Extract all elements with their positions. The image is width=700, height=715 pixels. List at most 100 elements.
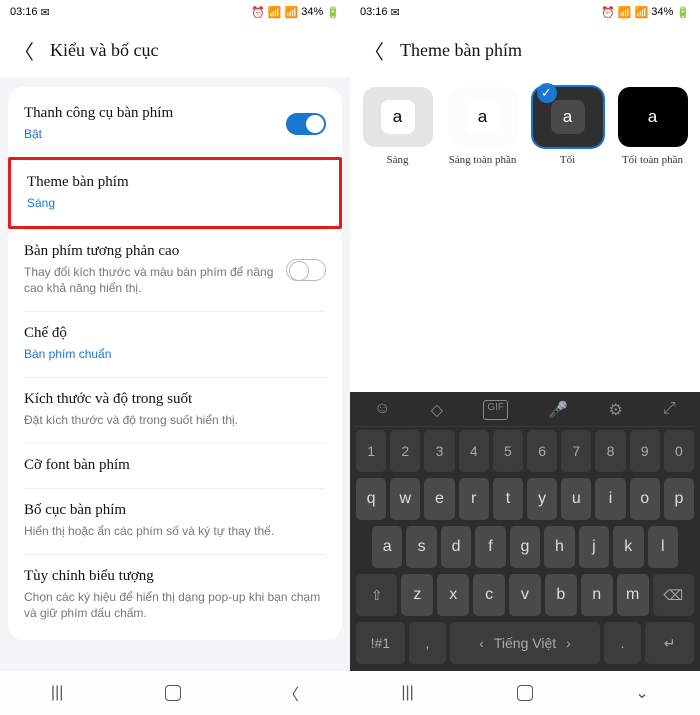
- key-u[interactable]: u: [561, 478, 591, 520]
- status-bar: 03:16 ✉ ⏰ 📶 📶 34% 🔋: [0, 0, 350, 24]
- setting-title: Bố cục bàn phím: [24, 502, 326, 519]
- key-d[interactable]: d: [441, 526, 471, 568]
- back-icon[interactable]: 〈: [14, 36, 34, 65]
- key-v[interactable]: v: [509, 574, 541, 616]
- key-4[interactable]: 4: [459, 430, 489, 472]
- recents-icon[interactable]: |||: [401, 684, 413, 702]
- key-3[interactable]: 3: [424, 430, 454, 472]
- key-r[interactable]: r: [459, 478, 489, 520]
- sticker-icon[interactable]: ◇: [431, 400, 443, 420]
- toggle-off-icon[interactable]: [286, 259, 326, 281]
- key-1[interactable]: 1: [356, 430, 386, 472]
- setting-custom-symbols[interactable]: Tùy chỉnh biểu tượng Chọn các ký hiệu để…: [8, 554, 342, 637]
- key-p[interactable]: p: [664, 478, 694, 520]
- theme-option[interactable]: a✓Tối: [528, 87, 607, 167]
- settings-icon[interactable]: ⚙: [608, 400, 622, 420]
- setting-keyboard-toolbar[interactable]: Thanh công cụ bàn phím Bật: [8, 91, 342, 157]
- key-g[interactable]: g: [510, 526, 540, 568]
- setting-layout[interactable]: Bố cục bàn phím Hiển thị hoặc ẩn các phí…: [8, 488, 342, 554]
- key-s[interactable]: s: [406, 526, 436, 568]
- key-7[interactable]: 7: [561, 430, 591, 472]
- theme-option[interactable]: a Sáng toàn phần: [443, 87, 522, 167]
- setting-sub: Bàn phím chuẩn: [24, 346, 326, 363]
- enter-key[interactable]: ↵: [645, 622, 694, 664]
- theme-thumb: a✓: [533, 87, 603, 147]
- space-label: Tiếng Việt: [494, 635, 556, 651]
- key-0[interactable]: 0: [664, 430, 694, 472]
- alarm-icon: ⏰: [601, 6, 615, 19]
- key-c[interactable]: c: [473, 574, 505, 616]
- key-i[interactable]: i: [595, 478, 625, 520]
- backspace-key[interactable]: ⌫: [653, 574, 694, 616]
- key-8[interactable]: 8: [595, 430, 625, 472]
- key-j[interactable]: j: [579, 526, 609, 568]
- setting-sub: Chọn các ký hiệu để hiển thị dạng pop-up…: [24, 589, 326, 623]
- key-t[interactable]: t: [493, 478, 523, 520]
- back-icon[interactable]: 〈: [364, 36, 384, 65]
- theme-option[interactable]: aSáng: [358, 87, 437, 167]
- setting-font-size[interactable]: Cỡ font bàn phím: [8, 443, 342, 488]
- key-a[interactable]: a: [372, 526, 402, 568]
- home-icon[interactable]: [517, 685, 533, 701]
- expand-icon[interactable]: ⤢: [663, 400, 676, 420]
- nav-bar: ||| 〈: [0, 671, 350, 715]
- battery-icon: 🔋: [326, 6, 340, 19]
- symbols-key[interactable]: !#1: [356, 622, 405, 664]
- theme-label: Tối toàn phần: [622, 153, 683, 167]
- recents-icon[interactable]: |||: [51, 684, 63, 702]
- setting-sub: Sáng: [27, 195, 323, 212]
- nav-bar: ||| ⌄: [350, 671, 700, 715]
- header: 〈 Theme bàn phím: [350, 24, 700, 77]
- keyboard: ☺ ◇ GIF 🎤 ⚙ ⤢ 1234567890 qwertyuiop asdf…: [350, 392, 700, 671]
- setting-mode[interactable]: Chế độ Bàn phím chuẩn: [8, 311, 342, 377]
- voice-icon[interactable]: 🎤: [548, 400, 568, 420]
- home-icon[interactable]: [165, 685, 181, 701]
- period-key[interactable]: .: [604, 622, 641, 664]
- notif-icon: ✉: [41, 6, 50, 19]
- key-x[interactable]: x: [437, 574, 469, 616]
- key-6[interactable]: 6: [527, 430, 557, 472]
- setting-sub: Bật: [24, 126, 173, 143]
- setting-high-contrast[interactable]: Bàn phím tương phản cao Thay đổi kích th…: [8, 229, 342, 312]
- status-bar: 03:16 ✉ ⏰ 📶 📶 34% 🔋: [350, 0, 700, 24]
- theme-sample-key: a: [466, 100, 500, 134]
- key-k[interactable]: k: [613, 526, 643, 568]
- battery-text: 34%: [651, 6, 673, 18]
- key-f[interactable]: f: [475, 526, 505, 568]
- setting-title: Bàn phím tương phản cao: [24, 243, 276, 260]
- setting-title: Theme bàn phím: [27, 174, 323, 191]
- key-9[interactable]: 9: [630, 430, 660, 472]
- setting-keyboard-theme[interactable]: Theme bàn phím Sáng: [8, 157, 342, 229]
- emoji-icon[interactable]: ☺: [374, 400, 390, 420]
- key-o[interactable]: o: [630, 478, 660, 520]
- key-l[interactable]: l: [648, 526, 678, 568]
- keyboard-hide-icon[interactable]: ⌄: [635, 683, 648, 703]
- space-key[interactable]: ‹ Tiếng Việt ›: [450, 622, 600, 664]
- key-b[interactable]: b: [545, 574, 577, 616]
- setting-title: Chế độ: [24, 325, 326, 342]
- toggle-on-icon[interactable]: [286, 113, 326, 135]
- key-w[interactable]: w: [390, 478, 420, 520]
- page-title: Kiểu và bố cục: [50, 40, 158, 61]
- shift-key[interactable]: ⇧: [356, 574, 397, 616]
- back-nav-icon[interactable]: 〈: [283, 681, 299, 705]
- theme-option[interactable]: aTối toàn phần: [613, 87, 692, 167]
- key-q[interactable]: q: [356, 478, 386, 520]
- comma-key[interactable]: ,: [409, 622, 446, 664]
- key-h[interactable]: h: [544, 526, 574, 568]
- key-z[interactable]: z: [401, 574, 433, 616]
- gif-icon[interactable]: GIF: [483, 400, 508, 420]
- page-title: Theme bàn phím: [400, 40, 522, 61]
- settings-list: Thanh công cụ bàn phím Bật Theme bàn phí…: [8, 87, 342, 640]
- key-n[interactable]: n: [581, 574, 613, 616]
- header: 〈 Kiểu và bố cục: [0, 24, 350, 77]
- key-e[interactable]: e: [424, 478, 454, 520]
- key-5[interactable]: 5: [493, 430, 523, 472]
- key-y[interactable]: y: [527, 478, 557, 520]
- key-2[interactable]: 2: [390, 430, 420, 472]
- setting-size-opacity[interactable]: Kích thước và độ trong suốt Đặt kích thư…: [8, 377, 342, 443]
- theme-label: Sáng toàn phần: [449, 153, 517, 167]
- key-m[interactable]: m: [617, 574, 649, 616]
- status-time: 03:16: [360, 6, 388, 18]
- setting-title: Thanh công cụ bàn phím: [24, 105, 173, 122]
